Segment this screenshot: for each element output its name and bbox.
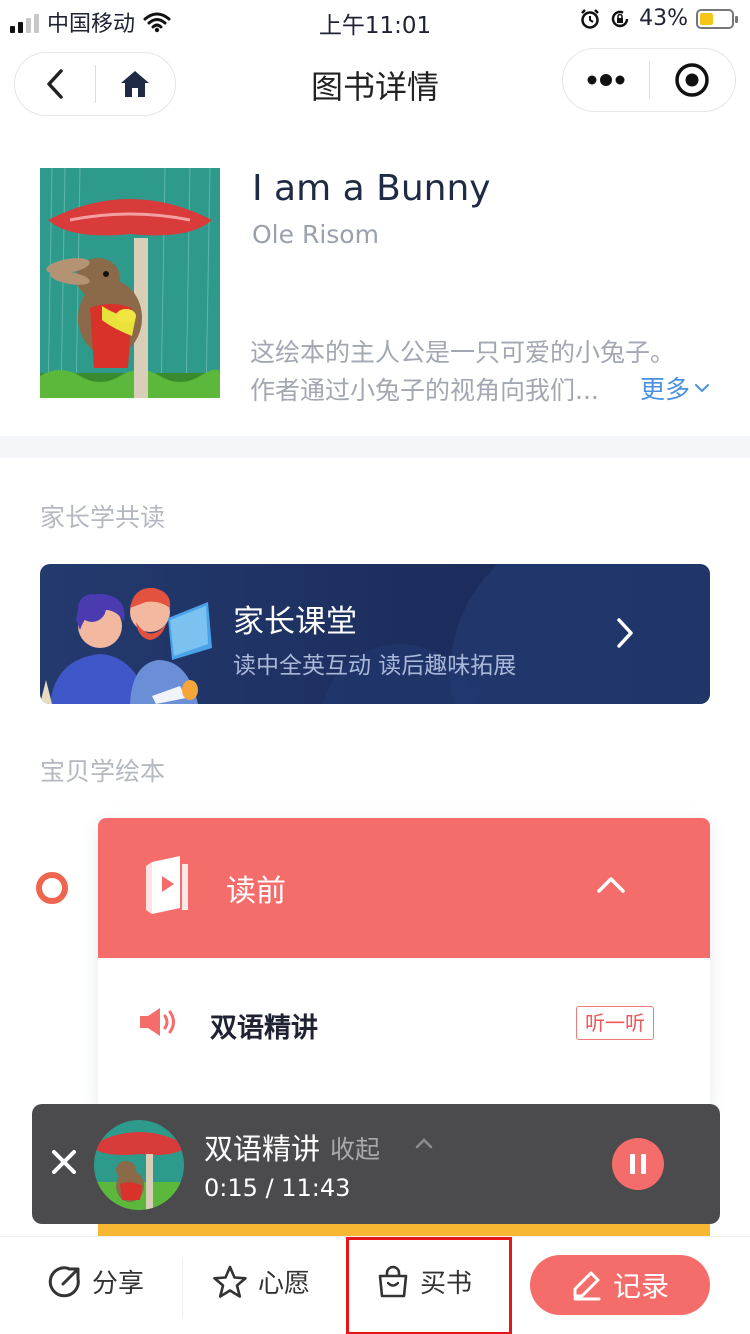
stage-item-bilingual[interactable]: 双语精讲 听一听	[98, 958, 710, 1088]
buy-highlight-box	[346, 1237, 512, 1334]
pause-button[interactable]	[612, 1138, 664, 1190]
more-dots-icon	[587, 74, 625, 86]
record-button[interactable]: 记录	[530, 1255, 710, 1315]
book-author: Ole Risom	[252, 220, 379, 249]
pause-icon	[641, 1154, 646, 1174]
star-icon	[213, 1265, 247, 1298]
nav-bar: 图书详情	[0, 48, 750, 120]
status-bar: 中国移动 上午11:01 43%	[0, 0, 750, 40]
player-time: 0:15 / 11:43	[204, 1174, 351, 1202]
chevron-up-icon	[597, 877, 625, 893]
player-title: 双语精讲	[204, 1132, 321, 1166]
wish-button[interactable]: 心愿	[212, 1263, 310, 1300]
book-cover[interactable]	[40, 167, 220, 399]
section-divider	[0, 436, 750, 458]
section-title-baby-reading: 宝贝学绘本	[40, 757, 166, 786]
share-label: 分享	[92, 1269, 145, 1299]
close-miniprogram-button[interactable]	[650, 49, 736, 111]
banner-subtitle: 读中全英互动 读后趣味拓展	[233, 653, 517, 679]
share-button[interactable]: 分享	[48, 1263, 144, 1300]
alarm-icon	[581, 8, 599, 29]
stage-title: 读前	[226, 874, 286, 909]
battery-percent: 43%	[639, 6, 688, 31]
audio-mini-player: 双语精讲 收起 0:15 / 11:43	[32, 1104, 720, 1224]
wish-label: 心愿	[258, 1269, 311, 1299]
listen-button[interactable]: 听一听	[576, 1006, 654, 1040]
more-link-label: 更多	[640, 375, 691, 404]
pause-icon	[630, 1154, 635, 1174]
parents-reading-illustration	[40, 587, 212, 704]
banner-title: 家长课堂	[233, 604, 357, 640]
collapse-button[interactable]: 收起	[330, 1130, 380, 1166]
chevron-right-icon	[617, 618, 633, 648]
status-right: 43%	[579, 6, 738, 31]
pencil-icon	[573, 1271, 601, 1301]
bottom-action-bar: 分享 心愿 买书 记录	[0, 1236, 750, 1334]
stage-timeline-dot	[36, 872, 68, 904]
book-description-line: 这绘本的主人公是一只可爱的小兔子。	[250, 338, 676, 367]
book-title: I am a Bunny	[252, 168, 491, 209]
stage-item-title: 双语精讲	[210, 1013, 318, 1044]
bottom-divider	[182, 1257, 183, 1317]
rotation-lock-icon	[611, 10, 629, 27]
book-description-line: 作者通过小兔子的视角向我们...	[250, 376, 599, 405]
book-description: 这绘本的主人公是一只可爱的小兔子。 作者通过小兔子的视角向我们...	[250, 334, 700, 410]
more-link[interactable]: 更多	[640, 370, 710, 406]
battery-fill	[700, 12, 713, 25]
record-label: 记录	[612, 1270, 669, 1303]
stage-card-before-reading: 读前 双语精讲 听一听	[98, 818, 710, 1108]
stage-header[interactable]: 读前	[98, 818, 710, 958]
player-thumbnail	[94, 1120, 184, 1210]
parent-class-banner[interactable]: 家长课堂 读中全英互动 读后趣味拓展	[40, 564, 710, 704]
share-icon	[48, 1265, 80, 1297]
close-icon[interactable]	[48, 1146, 80, 1178]
book-cover-illustration	[40, 167, 220, 399]
speaker-icon	[140, 1008, 175, 1036]
target-circle-icon	[675, 63, 709, 97]
battery-icon	[696, 8, 738, 29]
nav-right-capsule	[562, 48, 736, 112]
chevron-up-icon[interactable]	[414, 1136, 434, 1150]
chevron-down-icon	[695, 384, 710, 393]
book-play-icon	[146, 856, 188, 914]
section-title-parent-reading: 家长学共读	[40, 503, 166, 532]
more-menu-button[interactable]	[563, 49, 649, 111]
